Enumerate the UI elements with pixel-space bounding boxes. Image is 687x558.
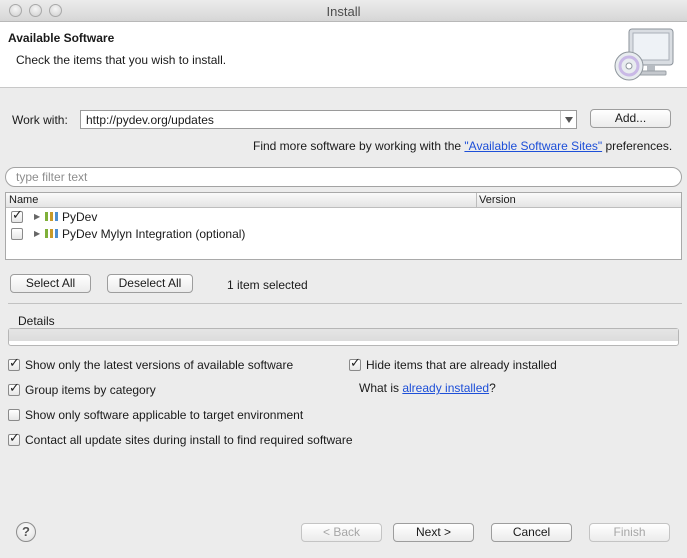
work-with-combo[interactable]: http://pydev.org/updates bbox=[80, 110, 577, 129]
cancel-button[interactable]: Cancel bbox=[491, 523, 572, 542]
contact-sites-label: Contact all update sites during install … bbox=[25, 433, 353, 447]
target-environment-label: Show only software applicable to target … bbox=[25, 408, 304, 422]
row-name-pydev-mylyn: PyDev Mylyn Integration (optional) bbox=[62, 227, 246, 241]
chevron-down-icon[interactable] bbox=[560, 111, 576, 128]
wizard-header: Available Software Check the items that … bbox=[0, 22, 687, 88]
column-header-name[interactable]: Name bbox=[9, 194, 38, 206]
filter-input[interactable] bbox=[16, 170, 656, 184]
latest-versions-label: Show only the latest versions of availab… bbox=[25, 358, 294, 372]
what-is-prefix: What is bbox=[359, 381, 403, 395]
hide-installed-checkbox[interactable]: ✓ bbox=[349, 355, 361, 371]
separator bbox=[8, 303, 682, 304]
column-header-version[interactable]: Version bbox=[479, 194, 516, 206]
back-button[interactable]: < Back bbox=[301, 523, 382, 542]
row-checkbox-pydev[interactable]: ✓ bbox=[11, 207, 23, 223]
find-more-text: Find more software by working with the "… bbox=[253, 139, 672, 153]
next-button[interactable]: Next > bbox=[393, 523, 474, 542]
deselect-all-button[interactable]: Deselect All bbox=[107, 274, 193, 293]
filter-field[interactable] bbox=[5, 167, 682, 187]
title-bar: Install bbox=[0, 0, 687, 22]
checkmark-icon: ✓ bbox=[350, 355, 361, 370]
target-environment-checkbox[interactable] bbox=[8, 409, 20, 421]
select-all-button[interactable]: Select All bbox=[10, 274, 91, 293]
available-software-sites-link[interactable]: "Available Software Sites" bbox=[464, 139, 602, 153]
page-description: Check the items that you wish to install… bbox=[16, 53, 227, 67]
feature-group-icon bbox=[45, 229, 58, 238]
already-installed-link[interactable]: already installed bbox=[402, 381, 489, 395]
selection-status: 1 item selected bbox=[227, 278, 308, 292]
install-computer-icon bbox=[614, 28, 674, 81]
find-more-prefix: Find more software by working with the bbox=[253, 139, 465, 153]
latest-versions-checkbox[interactable]: ✓ bbox=[8, 355, 20, 371]
what-is-installed-text: What is already installed? bbox=[359, 381, 496, 395]
details-label: Details bbox=[18, 314, 55, 328]
column-divider[interactable] bbox=[476, 193, 477, 208]
work-with-label: Work with: bbox=[12, 113, 68, 127]
checkmark-icon: ✓ bbox=[9, 355, 20, 370]
row-checkbox-pydev-mylyn[interactable] bbox=[11, 228, 23, 240]
group-by-category-checkbox[interactable]: ✓ bbox=[8, 380, 20, 396]
finish-button[interactable]: Finish bbox=[589, 523, 670, 542]
contact-sites-checkbox[interactable]: ✓ bbox=[8, 430, 20, 446]
expand-arrow-icon[interactable]: ▶ bbox=[34, 229, 40, 238]
details-area bbox=[8, 328, 679, 346]
row-name-pydev: PyDev bbox=[62, 210, 98, 224]
checkmark-icon: ✓ bbox=[9, 380, 20, 395]
software-table: Name Version ✓ ▶ PyDev ▶ PyDev Mylyn Int… bbox=[5, 192, 682, 260]
work-with-value: http://pydev.org/updates bbox=[86, 113, 214, 127]
hide-installed-label: Hide items that are already installed bbox=[366, 358, 557, 372]
expand-arrow-icon[interactable]: ▶ bbox=[34, 212, 40, 221]
find-more-suffix: preferences. bbox=[602, 139, 673, 153]
table-row[interactable]: ▶ PyDev Mylyn Integration (optional) bbox=[6, 226, 681, 243]
add-site-button[interactable]: Add... bbox=[590, 109, 671, 128]
window-title: Install bbox=[326, 4, 361, 19]
table-header: Name Version bbox=[6, 193, 681, 208]
page-title: Available Software bbox=[8, 31, 115, 45]
group-by-category-label: Group items by category bbox=[25, 383, 156, 397]
help-icon[interactable]: ? bbox=[16, 522, 36, 542]
checkmark-icon: ✓ bbox=[9, 430, 20, 445]
table-row[interactable]: ✓ ▶ PyDev bbox=[6, 207, 681, 226]
details-header-strip bbox=[9, 329, 678, 341]
what-is-suffix: ? bbox=[489, 381, 496, 395]
feature-group-icon bbox=[45, 212, 58, 221]
checkmark-icon: ✓ bbox=[12, 207, 23, 222]
